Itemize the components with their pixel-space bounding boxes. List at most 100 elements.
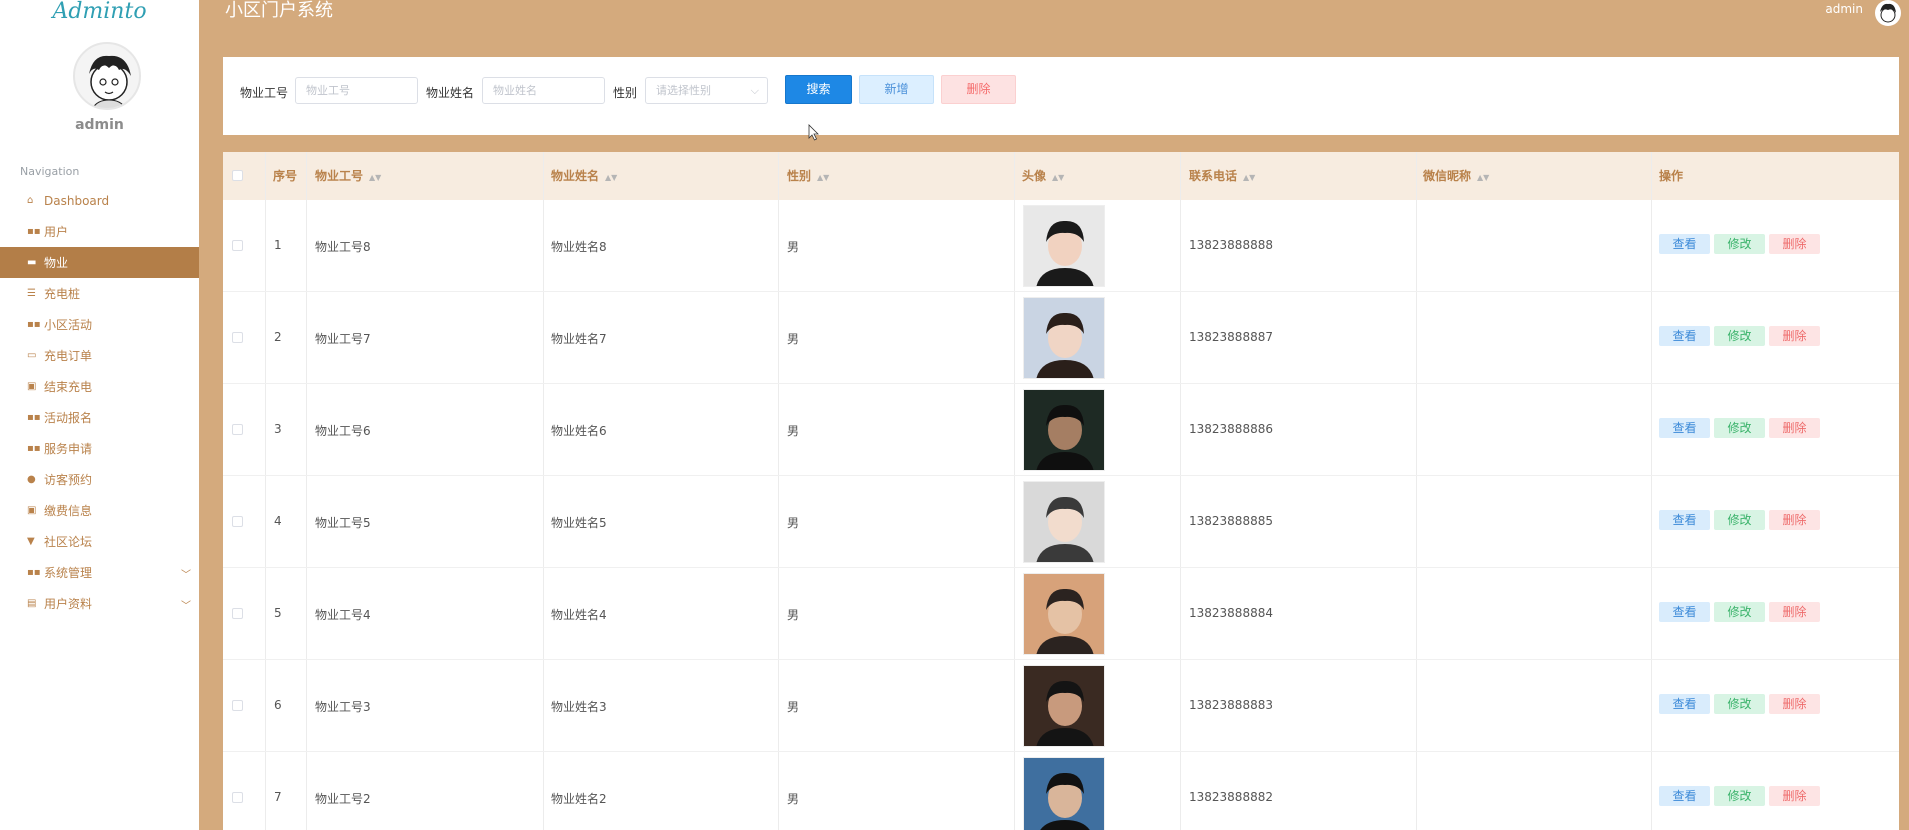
cell-index: 3	[274, 422, 282, 436]
edit-button[interactable]: 修改	[1714, 694, 1765, 714]
cell-phone: 13823888882	[1189, 790, 1273, 804]
avatar-photo[interactable]	[1023, 665, 1105, 747]
view-button[interactable]: 查看	[1659, 326, 1710, 346]
table-header: 序号 物业工号 ▲▼ 物业姓名 ▲▼ 性别 ▲▼ 头像 ▲▼ 联系电话 ▲▼ 微信昵称 ▲▼…	[223, 152, 1899, 200]
delete-button[interactable]: 删除	[1769, 510, 1820, 530]
view-button[interactable]: 查看	[1659, 510, 1710, 530]
avatar-photo[interactable]	[1023, 573, 1105, 655]
avatar-photo[interactable]	[1023, 481, 1105, 563]
add-button[interactable]: 新增	[859, 75, 934, 104]
sidebar-item-payments[interactable]: ▣ 缴费信息	[0, 495, 199, 526]
col-header-label: 物业姓名	[551, 169, 600, 183]
sidebar-item-community-events[interactable]: ▪▪ 小区活动	[0, 309, 199, 340]
delete-button[interactable]: 删除	[1769, 418, 1820, 438]
row-checkbox[interactable]	[232, 424, 243, 435]
pin-icon: ●	[27, 474, 36, 485]
sidebar-item-label: 缴费信息	[44, 504, 93, 518]
avatar-photo[interactable]	[1023, 757, 1105, 830]
cell-staff-id: 物业工号8	[315, 240, 371, 254]
sidebar-item-property[interactable]: ▬ 物业	[0, 247, 199, 278]
sidebar-item-end-charging[interactable]: ▣ 结束充电	[0, 371, 199, 402]
sidebar-item-service-requests[interactable]: ▪▪ 服务申请	[0, 433, 199, 464]
col-header-wechat[interactable]: 微信昵称 ▲▼	[1423, 152, 1489, 200]
sidebar-item-users[interactable]: ▪▪ 用户	[0, 216, 199, 247]
view-button[interactable]: 查看	[1659, 418, 1710, 438]
data-table: 序号 物业工号 ▲▼ 物业姓名 ▲▼ 性别 ▲▼ 头像 ▲▼ 联系电话 ▲▼ 微信昵称 ▲▼…	[223, 152, 1899, 830]
col-header-phone[interactable]: 联系电话 ▲▼	[1189, 152, 1255, 200]
edit-button[interactable]: 修改	[1714, 602, 1765, 622]
cell-name: 物业姓名6	[551, 424, 607, 438]
cell-staff-id: 物业工号4	[315, 608, 371, 622]
avatar-photo[interactable]	[1023, 297, 1105, 379]
view-button[interactable]: 查看	[1659, 694, 1710, 714]
sidebar-item-label: 活动报名	[44, 411, 93, 425]
header-avatar[interactable]	[1875, 0, 1901, 26]
cell-index: 2	[274, 330, 282, 344]
col-header-gender[interactable]: 性别 ▲▼	[787, 152, 829, 200]
search-button[interactable]: 搜索	[785, 75, 852, 104]
row-checkbox[interactable]	[232, 792, 243, 803]
grid-icon: ▪▪	[27, 319, 41, 330]
sidebar-item-label: 用户资料	[44, 597, 93, 611]
sidebar-item-visitor-booking[interactable]: ● 访客预约	[0, 464, 199, 495]
col-header-avatar[interactable]: 头像 ▲▼	[1022, 152, 1064, 200]
col-header-name[interactable]: 物业姓名 ▲▼	[551, 152, 617, 200]
staff-name-input[interactable]: 物业姓名	[482, 77, 605, 104]
sidebar-item-charging-pile[interactable]: ☰ 充电桩	[0, 278, 199, 309]
sidebar-item-dashboard[interactable]: ⌂ Dashboard	[0, 185, 199, 216]
batch-delete-button[interactable]: 删除	[941, 75, 1016, 104]
edit-button[interactable]: 修改	[1714, 234, 1765, 254]
delete-button[interactable]: 删除	[1769, 326, 1820, 346]
delete-button[interactable]: 删除	[1769, 786, 1820, 806]
delete-button[interactable]: 删除	[1769, 602, 1820, 622]
cell-staff-id: 物业工号3	[315, 700, 371, 714]
cell-name: 物业姓名5	[551, 516, 607, 530]
edit-button[interactable]: 修改	[1714, 786, 1765, 806]
cell-gender: 男	[787, 792, 800, 806]
cell-index: 4	[274, 514, 282, 528]
briefcase-icon: ▭	[27, 350, 37, 361]
sidebar-item-forum[interactable]: ▼ 社区论坛	[0, 526, 199, 557]
gender-label: 性别	[613, 86, 638, 100]
row-checkbox[interactable]	[232, 332, 243, 343]
edit-button[interactable]: 修改	[1714, 510, 1765, 530]
view-button[interactable]: 查看	[1659, 234, 1710, 254]
sidebar-item-event-signup[interactable]: ▪▪ 活动报名	[0, 402, 199, 433]
row-checkbox[interactable]	[232, 608, 243, 619]
col-header-label: 头像	[1022, 169, 1047, 183]
cell-name: 物业姓名8	[551, 240, 607, 254]
row-checkbox[interactable]	[232, 516, 243, 527]
row-checkbox[interactable]	[232, 240, 243, 251]
select-all-checkbox[interactable]	[232, 170, 243, 181]
page-title: 小区门户系统	[225, 0, 333, 21]
col-header-actions: 操作	[1659, 169, 1684, 183]
delete-button[interactable]: 删除	[1769, 694, 1820, 714]
header-username[interactable]: admin	[1825, 2, 1863, 16]
sidebar-item-system-admin[interactable]: ▪▪ 系统管理 ﹀	[0, 557, 199, 588]
chevron-down-icon: ﹀	[181, 601, 191, 612]
view-button[interactable]: 查看	[1659, 786, 1710, 806]
sidebar-item-label: 结束充电	[44, 380, 93, 394]
col-header-label: 物业工号	[315, 169, 364, 183]
staff-id-label: 物业工号	[240, 86, 289, 100]
staff-id-input[interactable]: 物业工号	[295, 77, 418, 104]
sidebar-item-label: 小区活动	[44, 318, 93, 332]
avatar-photo[interactable]	[1023, 205, 1105, 287]
nav-section-title: Navigation	[20, 165, 80, 178]
sidebar-item-user-profile[interactable]: ▤ 用户资料 ﹀	[0, 588, 199, 619]
sidebar-item-charging-orders[interactable]: ▭ 充电订单	[0, 340, 199, 371]
delete-button[interactable]: 删除	[1769, 234, 1820, 254]
edit-button[interactable]: 修改	[1714, 326, 1765, 346]
cell-phone: 13823888883	[1189, 698, 1273, 712]
row-checkbox[interactable]	[232, 700, 243, 711]
cell-index: 7	[274, 790, 282, 804]
sidebar-item-label: 充电桩	[44, 287, 81, 301]
staff-name-label: 物业姓名	[426, 86, 475, 100]
edit-button[interactable]: 修改	[1714, 418, 1765, 438]
view-button[interactable]: 查看	[1659, 602, 1710, 622]
avatar-photo[interactable]	[1023, 389, 1105, 471]
col-header-staff-id[interactable]: 物业工号 ▲▼	[315, 152, 381, 200]
sidebar-item-label: 系统管理	[44, 566, 93, 580]
sidebar: Adminto admin Navigation ⌂ Dashboard ▪▪ 用户…	[0, 0, 199, 830]
gender-select[interactable]: 请选择性别 ⌵	[645, 77, 768, 104]
